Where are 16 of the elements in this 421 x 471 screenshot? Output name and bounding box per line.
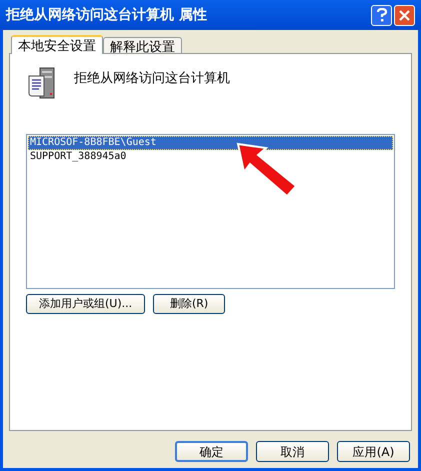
help-icon — [376, 8, 386, 22]
list-action-button[interactable]: 添加用户或组(U)... — [26, 294, 146, 314]
dialog-button[interactable]: 确定 — [175, 441, 248, 462]
dialog-button[interactable]: 应用(A) — [337, 441, 410, 462]
window-title: 拒绝从网络访问这台计算机 属性 — [6, 6, 208, 24]
tab[interactable]: 解释此设置 — [103, 37, 182, 53]
dialog-button[interactable]: 取消 — [256, 441, 329, 462]
account-item[interactable]: MICROSOF-8B8FBE\Guest — [28, 136, 393, 150]
close-button[interactable] — [394, 4, 415, 26]
help-button[interactable] — [371, 4, 392, 26]
account-item[interactable]: SUPPORT_388945a0 — [28, 150, 393, 164]
account-list[interactable]: MICROSOF-8B8FBE\Guest SUPPORT_388945a0 — [26, 134, 395, 289]
close-icon — [399, 10, 410, 20]
tab[interactable]: 本地安全设置 — [11, 35, 103, 54]
policy-name: 拒绝从网络访问这台计算机 — [74, 70, 230, 88]
list-action-button[interactable]: 删除(R) — [153, 294, 226, 314]
